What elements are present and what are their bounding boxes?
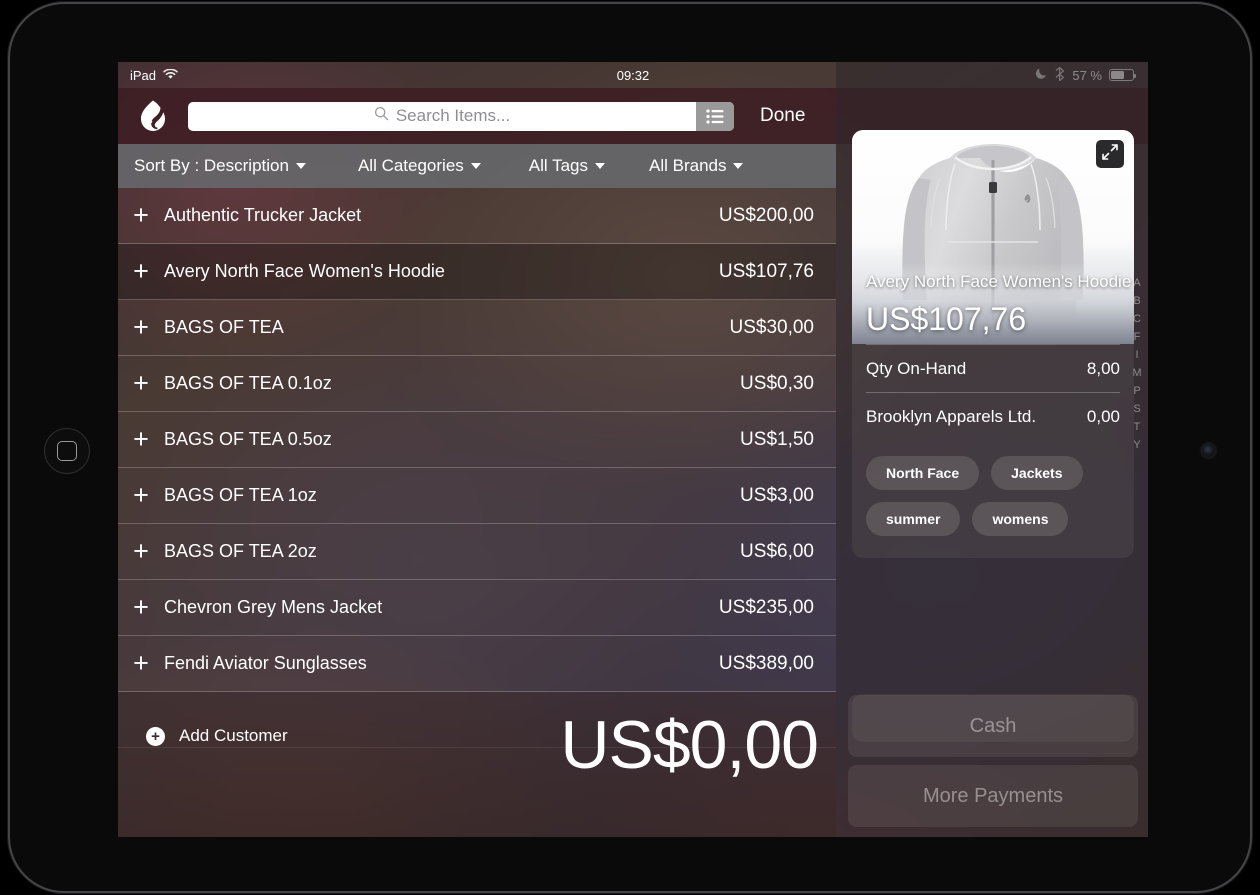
bottom-total-bar: + Add Customer US$0,00 [118, 692, 836, 837]
item-price: US$107,76 [718, 260, 814, 282]
categories-label: All Categories [357, 156, 464, 175]
item-price: US$6,00 [740, 540, 814, 562]
sort-by-dropdown[interactable]: Sort By : Description [134, 156, 306, 176]
tags-label: All Tags [528, 156, 588, 175]
ipad-screen: iPad 09:32 Search Items... Done Sort By … [118, 62, 1148, 837]
filter-bar: Sort By : Description All Categories All… [118, 144, 836, 188]
expand-image-button[interactable] [1096, 140, 1124, 168]
plus-circle-icon: + [146, 726, 165, 746]
add-item-plus-icon[interactable]: + [118, 370, 164, 397]
search-bar[interactable]: Search Items... [188, 101, 734, 131]
chevron-down-icon [295, 163, 306, 169]
product-attribute-row: Qty On-Hand 8,00 [866, 344, 1120, 392]
table-row[interactable]: + BAGS OF TEA 2oz US$6,00 [118, 524, 836, 580]
item-name: BAGS OF TEA 1oz [164, 485, 317, 505]
item-price: US$0,30 [740, 372, 814, 394]
chevron-down-icon [595, 163, 605, 169]
brands-label: All Brands [649, 156, 727, 175]
search-icon [374, 106, 389, 126]
add-item-plus-icon[interactable]: + [118, 258, 164, 285]
item-name: Chevron Grey Mens Jacket [164, 597, 383, 617]
brands-dropdown[interactable]: All Brands [649, 156, 744, 176]
add-item-plus-icon[interactable]: + [118, 538, 164, 565]
add-item-plus-icon[interactable]: + [118, 594, 164, 621]
product-tag-list: North Face Jackets summer womens [852, 440, 1134, 558]
product-tag-chip[interactable]: summer [866, 502, 961, 536]
product-price: US$107,76 [866, 301, 1027, 337]
attribute-value: 0,00 [1086, 406, 1120, 426]
table-row[interactable]: + Fendi Aviator Sunglasses US$389,00 [118, 636, 836, 692]
item-price: US$30,00 [729, 316, 814, 338]
payment-buttons: Cash More Payments [848, 695, 1138, 827]
item-name: BAGS OF TEA 2oz [164, 541, 317, 561]
item-name: BAGS OF TEA [164, 317, 284, 337]
item-name: Authentic Trucker Jacket [164, 205, 362, 225]
search-input[interactable]: Search Items... [188, 102, 696, 131]
item-name: BAGS OF TEA 0.5oz [164, 429, 332, 449]
search-placeholder-text: Search Items... [395, 106, 511, 125]
lightspeed-logo-icon[interactable] [130, 99, 176, 133]
grand-total-amount: US$0,00 [560, 707, 819, 783]
product-tag-chip[interactable]: North Face [866, 456, 980, 490]
item-name: BAGS OF TEA 0.1oz [164, 373, 332, 393]
product-attribute-rows: Qty On-Hand 8,00 Brooklyn Apparels Ltd. 0,0… [852, 344, 1134, 440]
tags-dropdown[interactable]: All Tags [529, 156, 605, 176]
sort-by-label: Sort By : Description [134, 156, 289, 175]
item-price: US$235,00 [718, 596, 814, 618]
item-name: Avery North Face Women's Hoodie [164, 261, 445, 281]
add-customer-label: Add Customer [179, 726, 288, 745]
table-row[interactable]: + Avery North Face Women's Hoodie US$107,7… [118, 244, 836, 300]
categories-dropdown[interactable]: All Categories [358, 156, 481, 176]
table-row[interactable]: + BAGS OF TEA 1oz US$3,00 [118, 468, 836, 524]
item-price: US$200,00 [718, 204, 814, 226]
table-row[interactable]: + BAGS OF TEA 0.5oz US$1,50 [118, 412, 836, 468]
product-attribute-row: Brooklyn Apparels Ltd. 0,00 [866, 392, 1120, 440]
add-item-plus-icon[interactable]: + [118, 314, 164, 341]
item-price: US$3,00 [740, 484, 814, 506]
product-detail-panel: Avery North Face Women's Hoodie US$107,7… [836, 62, 1148, 837]
item-list[interactable]: + Authentic Trucker Jacket US$200,00 + Avery… [118, 188, 836, 748]
attribute-label: Qty On-Hand [866, 358, 967, 378]
add-item-plus-icon[interactable]: + [118, 426, 164, 453]
table-row[interactable]: + BAGS OF TEA 0.1oz US$0,30 [118, 356, 836, 412]
cash-button[interactable]: Cash [848, 695, 1138, 757]
more-payments-button[interactable]: More Payments [848, 765, 1138, 827]
add-customer-button[interactable]: + Add Customer [146, 726, 288, 746]
table-row[interactable]: + Authentic Trucker Jacket US$200,00 [118, 188, 836, 244]
item-name: Fendi Aviator Sunglasses [164, 653, 367, 673]
add-item-plus-icon[interactable]: + [118, 650, 164, 677]
item-price: US$1,50 [740, 428, 814, 450]
product-detail-card: Avery North Face Women's Hoodie US$107,7… [852, 130, 1134, 558]
item-price: US$389,00 [718, 652, 814, 674]
product-tag-chip[interactable]: womens [972, 502, 1069, 536]
product-title: Avery North Face Women's Hoodie [866, 272, 1132, 291]
product-image: Avery North Face Women's Hoodie US$107,7… [852, 130, 1134, 344]
front-camera-icon [1202, 444, 1215, 457]
add-item-plus-icon[interactable]: + [118, 202, 164, 229]
attribute-value: 8,00 [1086, 358, 1120, 378]
home-button[interactable] [44, 428, 90, 474]
expand-arrows-icon [1102, 143, 1118, 165]
list-view-icon[interactable] [696, 101, 734, 131]
ipad-device-frame: iPad 09:32 Search Items... Done Sort By … [8, 2, 1252, 893]
attribute-label: Brooklyn Apparels Ltd. [866, 406, 1037, 426]
table-row[interactable]: + Chevron Grey Mens Jacket US$235,00 [118, 580, 836, 636]
done-button[interactable]: Done [760, 105, 805, 127]
table-row[interactable]: + BAGS OF TEA US$30,00 [118, 300, 836, 356]
product-tag-chip[interactable]: Jackets [991, 456, 1083, 490]
add-item-plus-icon[interactable]: + [118, 482, 164, 509]
home-button-square-icon [57, 441, 77, 461]
chevron-down-icon [470, 163, 481, 169]
chevron-down-icon [733, 163, 744, 169]
